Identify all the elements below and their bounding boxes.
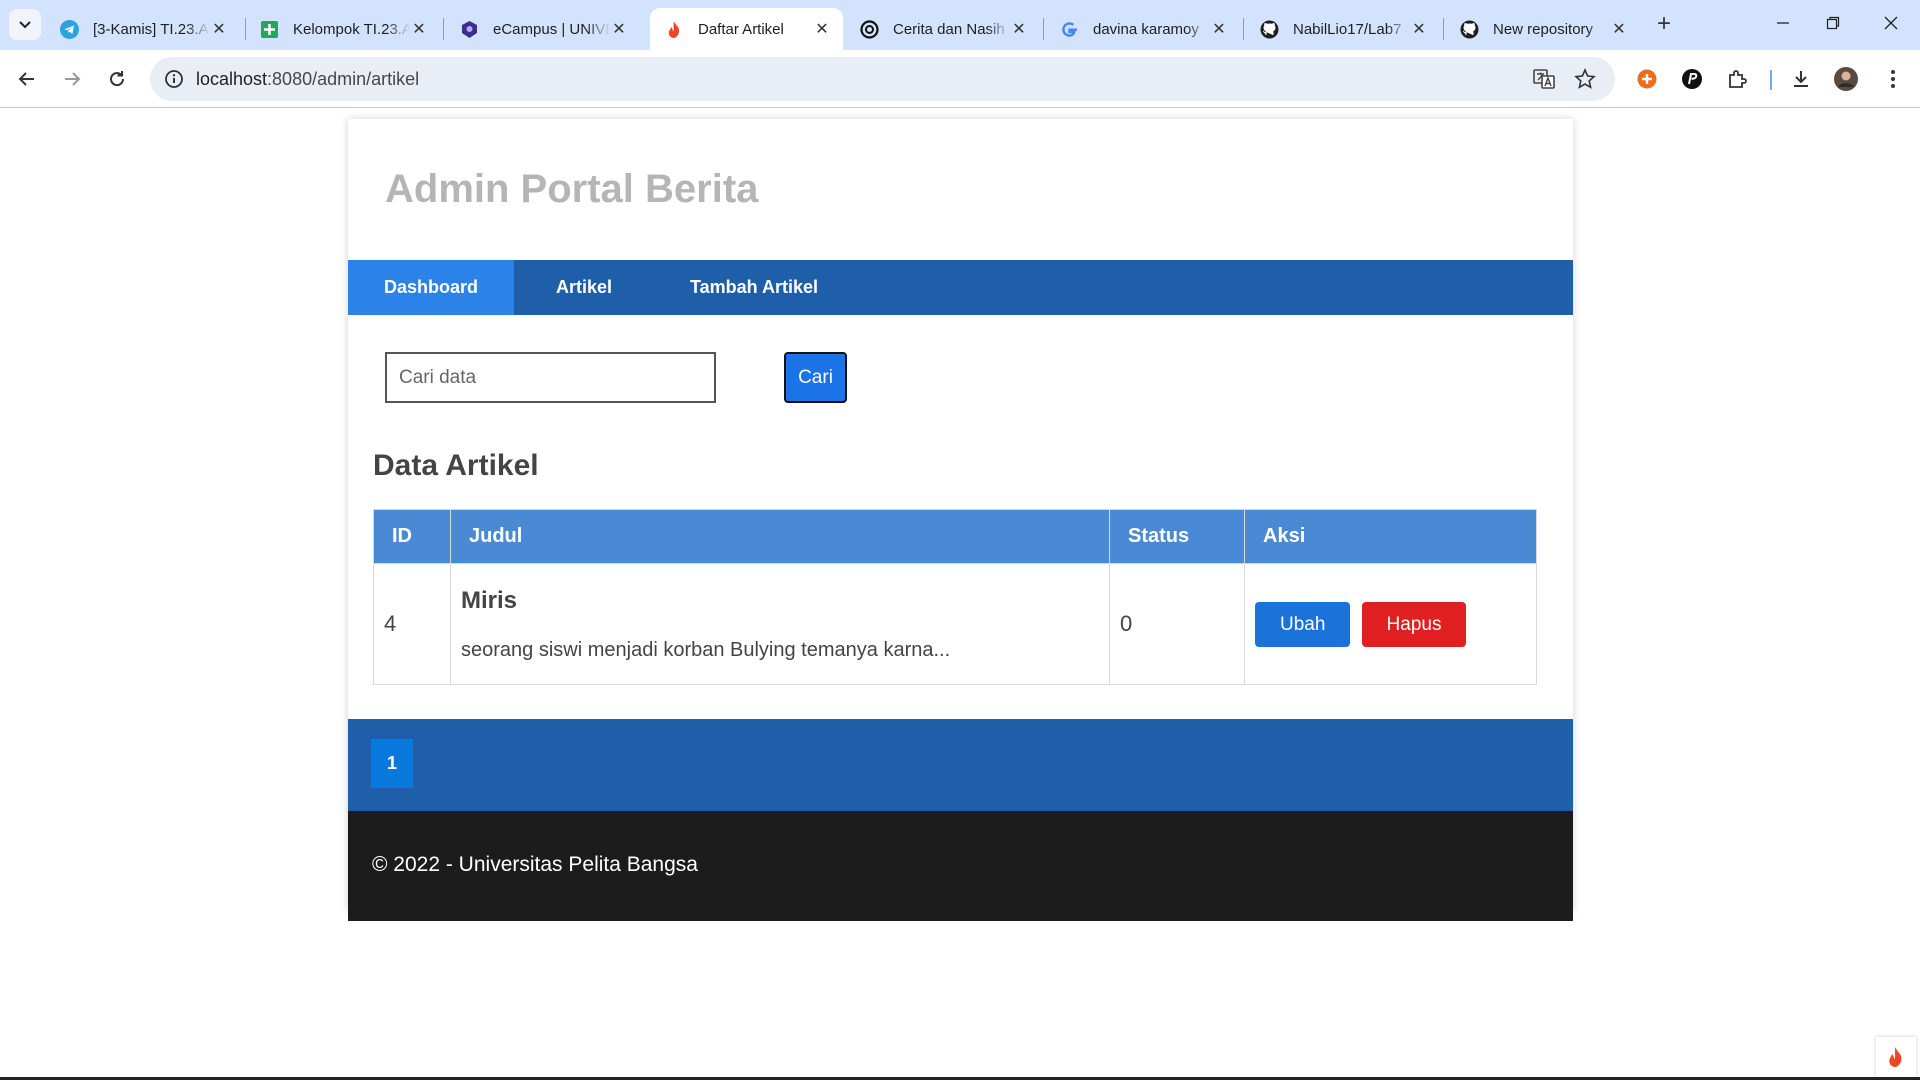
article-table: ID Judul Status Aksi 4 Miris seorang sis… bbox=[373, 509, 1537, 685]
tab-daftar-artikel[interactable]: Daftar Artikel ✕ bbox=[650, 8, 843, 50]
cell-judul: Miris seorang siswi menjadi korban Bulyi… bbox=[450, 563, 1110, 685]
url-host: localhost bbox=[196, 69, 268, 89]
table-header-row: ID Judul Status Aksi bbox=[373, 509, 1537, 564]
tab-github-new-repo[interactable]: New repository ✕ bbox=[1445, 8, 1640, 50]
minimize-icon bbox=[1777, 22, 1789, 24]
chevron-down-icon bbox=[19, 20, 31, 28]
restore-button[interactable] bbox=[1810, 6, 1856, 42]
column-header-judul: Judul bbox=[450, 509, 1110, 564]
tab-label: eCampus | UNIVE bbox=[493, 20, 610, 38]
tab-separator bbox=[1043, 18, 1044, 40]
extensions-puzzle-icon[interactable] bbox=[1720, 62, 1754, 96]
column-header-id: ID bbox=[373, 509, 451, 564]
arrow-left-icon bbox=[18, 72, 34, 86]
admin-container: Admin Portal Berita Dashboard Artikel Ta… bbox=[348, 119, 1573, 921]
translate-icon[interactable] bbox=[1532, 67, 1556, 91]
sheets-icon bbox=[260, 20, 279, 39]
github-icon bbox=[1460, 20, 1479, 39]
pagination-bar: 1 bbox=[348, 719, 1573, 811]
browser-tab-bar: [3-Kamis] TI.23.A ✕ Kelompok TI.23.A ✕ e… bbox=[0, 0, 1920, 50]
tab-github-lab[interactable]: NabilLio17/Lab7 ✕ bbox=[1245, 8, 1440, 50]
bookmark-star-icon[interactable] bbox=[1573, 67, 1597, 91]
tab-ecampus[interactable]: eCampus | UNIVE ✕ bbox=[445, 8, 640, 50]
back-button[interactable] bbox=[10, 62, 44, 96]
browser-toolbar: localhost:8080/admin/artikel bbox=[0, 50, 1920, 108]
close-icon[interactable]: ✕ bbox=[210, 19, 228, 39]
tab-label: Cerita dan Nasih bbox=[893, 20, 1005, 38]
tab-spreadsheet[interactable]: Kelompok TI.23.A ✕ bbox=[245, 8, 440, 50]
reload-button[interactable] bbox=[100, 62, 134, 96]
tab-telegram[interactable]: [3-Kamis] TI.23.A ✕ bbox=[45, 8, 240, 50]
footer-text: © 2022 - Universitas Pelita Bangsa bbox=[372, 853, 698, 876]
browser-menu-icon[interactable] bbox=[1876, 62, 1910, 96]
close-icon bbox=[1884, 16, 1898, 30]
search-button[interactable]: Cari bbox=[784, 352, 847, 403]
close-icon[interactable]: ✕ bbox=[813, 19, 831, 39]
page-number-button[interactable]: 1 bbox=[371, 739, 413, 788]
tab-separator bbox=[1243, 18, 1244, 40]
close-icon[interactable]: ✕ bbox=[1610, 19, 1628, 39]
google-icon bbox=[1060, 20, 1079, 39]
github-icon bbox=[1260, 20, 1279, 39]
extension-black-icon[interactable] bbox=[1675, 62, 1709, 96]
tab-label: davina karamoy bbox=[1093, 20, 1199, 38]
extension-orange-icon[interactable] bbox=[1630, 62, 1664, 96]
close-icon[interactable]: ✕ bbox=[1410, 19, 1428, 39]
tab-cerita[interactable]: Cerita dan Nasih ✕ bbox=[845, 8, 1040, 50]
cell-id: 4 bbox=[373, 563, 451, 685]
search-input[interactable] bbox=[385, 352, 716, 403]
article-excerpt: seorang siswi menjadi korban Bulying tem… bbox=[461, 638, 951, 661]
site-title: Admin Portal Berita bbox=[385, 167, 759, 211]
openai-icon bbox=[860, 19, 879, 39]
tab-label: New repository bbox=[1493, 20, 1594, 38]
tab-label: NabilLio17/Lab7 bbox=[1293, 20, 1402, 38]
tab-label: [3-Kamis] TI.23.A bbox=[93, 20, 209, 38]
delete-button[interactable]: Hapus bbox=[1361, 601, 1467, 647]
close-icon[interactable]: ✕ bbox=[610, 19, 628, 39]
codeigniter-flame-icon bbox=[665, 20, 684, 39]
telegram-icon bbox=[60, 19, 79, 39]
article-title[interactable]: Miris bbox=[461, 587, 1099, 615]
close-icon[interactable]: ✕ bbox=[1210, 19, 1228, 39]
url-path: :8080/admin/artikel bbox=[267, 69, 420, 89]
toolbar-divider bbox=[1770, 70, 1772, 90]
new-tab-button[interactable]: + bbox=[1650, 10, 1678, 38]
site-info-icon[interactable] bbox=[162, 67, 186, 91]
tab-separator bbox=[1443, 18, 1444, 40]
campus-icon bbox=[460, 20, 479, 39]
tab-label: Kelompok TI.23.A bbox=[293, 20, 410, 38]
column-header-aksi: Aksi bbox=[1244, 509, 1537, 564]
nav-tambah-artikel[interactable]: Tambah Artikel bbox=[654, 260, 854, 315]
downloads-icon[interactable] bbox=[1784, 62, 1818, 96]
reload-icon bbox=[110, 71, 125, 87]
arrow-right-icon bbox=[65, 72, 81, 86]
url-text[interactable]: localhost:8080/admin/artikel bbox=[196, 69, 419, 90]
nav-dashboard[interactable]: Dashboard bbox=[348, 260, 514, 315]
main-nav: Dashboard Artikel Tambah Artikel bbox=[348, 260, 1573, 315]
tab-google[interactable]: davina karamoy ✕ bbox=[1045, 8, 1240, 50]
section-title: Data Artikel bbox=[373, 449, 539, 482]
site-header: Admin Portal Berita bbox=[348, 119, 1573, 260]
column-header-status: Status bbox=[1109, 509, 1245, 564]
forward-button[interactable] bbox=[55, 62, 89, 96]
close-icon[interactable]: ✕ bbox=[410, 19, 428, 39]
tab-separator bbox=[443, 18, 444, 40]
tab-search-button[interactable] bbox=[9, 9, 41, 40]
tab-label: Daftar Artikel bbox=[698, 20, 784, 38]
close-icon[interactable]: ✕ bbox=[1010, 19, 1028, 39]
restore-icon bbox=[1826, 16, 1840, 30]
table-row: 4 Miris seorang siswi menjadi korban Bul… bbox=[373, 563, 1537, 685]
page-viewport: Admin Portal Berita Dashboard Artikel Ta… bbox=[0, 108, 1920, 1080]
address-bar[interactable]: localhost:8080/admin/artikel bbox=[150, 57, 1615, 101]
nav-artikel[interactable]: Artikel bbox=[514, 260, 654, 315]
site-footer: © 2022 - Universitas Pelita Bangsa bbox=[348, 811, 1573, 921]
codeigniter-debug-toolbar-icon[interactable] bbox=[1876, 1037, 1916, 1077]
cell-status: 0 bbox=[1109, 563, 1245, 685]
close-window-button[interactable] bbox=[1868, 6, 1914, 42]
profile-avatar-icon[interactable] bbox=[1829, 62, 1863, 96]
cell-aksi: Ubah Hapus bbox=[1244, 563, 1537, 685]
minimize-button[interactable] bbox=[1760, 6, 1806, 42]
edit-button[interactable]: Ubah bbox=[1255, 601, 1351, 647]
